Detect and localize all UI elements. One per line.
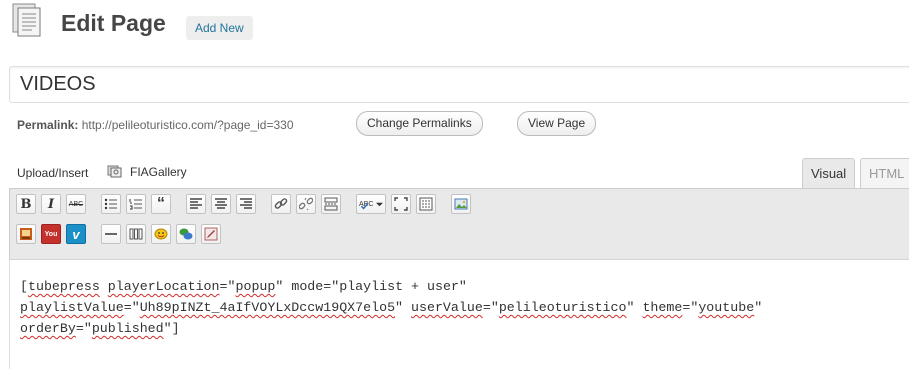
align-left-button[interactable] [186, 194, 206, 214]
text-fragment [100, 279, 108, 294]
columns-button[interactable] [126, 224, 146, 244]
strikethrough-button[interactable]: ABC [66, 194, 86, 214]
editor-toolbar: B I ABC “ ABC You v [9, 188, 909, 260]
numbered-list-icon [129, 199, 142, 210]
misspelled-word: popup [235, 279, 276, 294]
text-fragment: [ [20, 279, 28, 294]
misspelled-word: userValue [411, 300, 483, 315]
misspelled-word: tubepress [27, 279, 100, 294]
smiley-icon [154, 228, 168, 240]
fullscreen-icon [394, 197, 408, 211]
add-new-button[interactable]: Add New [186, 16, 253, 40]
chat-bubbles-icon [179, 228, 193, 240]
more-tag-icon [324, 197, 338, 211]
align-center-icon [215, 198, 227, 209]
misspelled-word: published [91, 321, 164, 336]
text-fragment: =" [75, 321, 92, 336]
misspelled-word: youtube [698, 300, 755, 315]
align-left-icon [190, 198, 202, 209]
view-page-button[interactable]: View Page [517, 111, 597, 136]
align-center-button[interactable] [211, 194, 231, 214]
editor-content[interactable]: [tubepress playerLocation="popup" mode="… [9, 260, 909, 369]
editor-line-2: playlistValue="Uh89pINZt_4aIfVOYLxDccw19… [20, 297, 909, 318]
editor-line-1: [tubepress playerLocation="popup" mode="… [20, 276, 909, 297]
change-permalinks-button[interactable]: Change Permalinks [356, 111, 483, 136]
text-fragment: =" [682, 300, 699, 315]
image-icon [454, 198, 468, 210]
chevron-down-icon [376, 202, 383, 207]
columns-icon [129, 228, 143, 240]
bold-button[interactable]: B [16, 194, 36, 214]
text-fragment: " mode="playlist + user" [275, 279, 467, 294]
fia-gallery-icon[interactable] [107, 163, 123, 179]
youtube-button[interactable]: You [41, 224, 61, 244]
unlink-button[interactable] [296, 194, 316, 214]
editor-line-3: orderBy="published"] [20, 318, 909, 339]
text-fragment: " [626, 300, 643, 315]
smiley-button[interactable] [151, 224, 171, 244]
permalink: Permalink: http://pelileoturistico.com/?… [17, 118, 294, 132]
kitchen-sink-button[interactable] [416, 194, 436, 214]
align-right-icon [240, 198, 252, 209]
fia-gallery-button[interactable] [16, 224, 36, 244]
checkmark-icon [360, 202, 369, 210]
page-title: Edit Page [61, 10, 166, 36]
misspelled-word: theme [642, 300, 683, 315]
insert-image-button[interactable] [451, 194, 471, 214]
text-fragment: " [395, 300, 412, 315]
chat-button[interactable] [176, 224, 196, 244]
shortcode-text: [tubepress playerLocation="popup" mode="… [20, 276, 909, 339]
misspelled-word: playerLocation [107, 279, 220, 294]
tab-html[interactable]: HTML [860, 158, 909, 188]
italic-button[interactable]: I [41, 194, 61, 214]
pages-icon [12, 3, 41, 37]
text-fragment: =" [219, 279, 236, 294]
misspelled-word: pelileoturistico [498, 300, 627, 315]
misspelled-word: Uh89pINZt_4aIfVOYLxDccw19QX7elo5 [139, 300, 396, 315]
fia-gallery-link[interactable]: FIAGallery [130, 165, 187, 179]
horizontal-rule-button[interactable] [101, 224, 121, 244]
edit-button[interactable] [201, 224, 221, 244]
tab-visual[interactable]: Visual [802, 158, 856, 188]
text-fragment: =" [482, 300, 499, 315]
bullet-list-icon [104, 198, 117, 210]
more-tag-button[interactable] [321, 194, 341, 214]
title-input[interactable]: VIDEOS [9, 66, 909, 103]
fullscreen-button[interactable] [391, 194, 411, 214]
permalink-url: http://pelileoturistico.com/?page_id=330 [81, 118, 294, 132]
kitchen-sink-icon [419, 197, 433, 211]
text-fragment: " [754, 300, 763, 315]
unordered-list-button[interactable] [101, 194, 121, 214]
text-fragment: =" [123, 300, 140, 315]
unlink-icon [299, 197, 313, 211]
align-right-button[interactable] [236, 194, 256, 214]
upload-insert-label: Upload/Insert [17, 166, 89, 180]
ordered-list-button[interactable] [126, 194, 146, 214]
permalink-label: Permalink: [17, 118, 79, 132]
pencil-icon [204, 227, 218, 241]
blockquote-button[interactable]: “ [151, 194, 171, 214]
link-icon [274, 198, 288, 209]
gallery-icon [20, 228, 32, 240]
horizontal-rule-icon [105, 233, 117, 235]
misspelled-word: playlistValue [20, 300, 124, 315]
text-fragment: "] [163, 321, 180, 336]
link-button[interactable] [271, 194, 291, 214]
spellcheck-button[interactable]: ABC [356, 194, 386, 214]
vimeo-button[interactable]: v [66, 224, 86, 244]
misspelled-word: orderBy [20, 321, 76, 336]
